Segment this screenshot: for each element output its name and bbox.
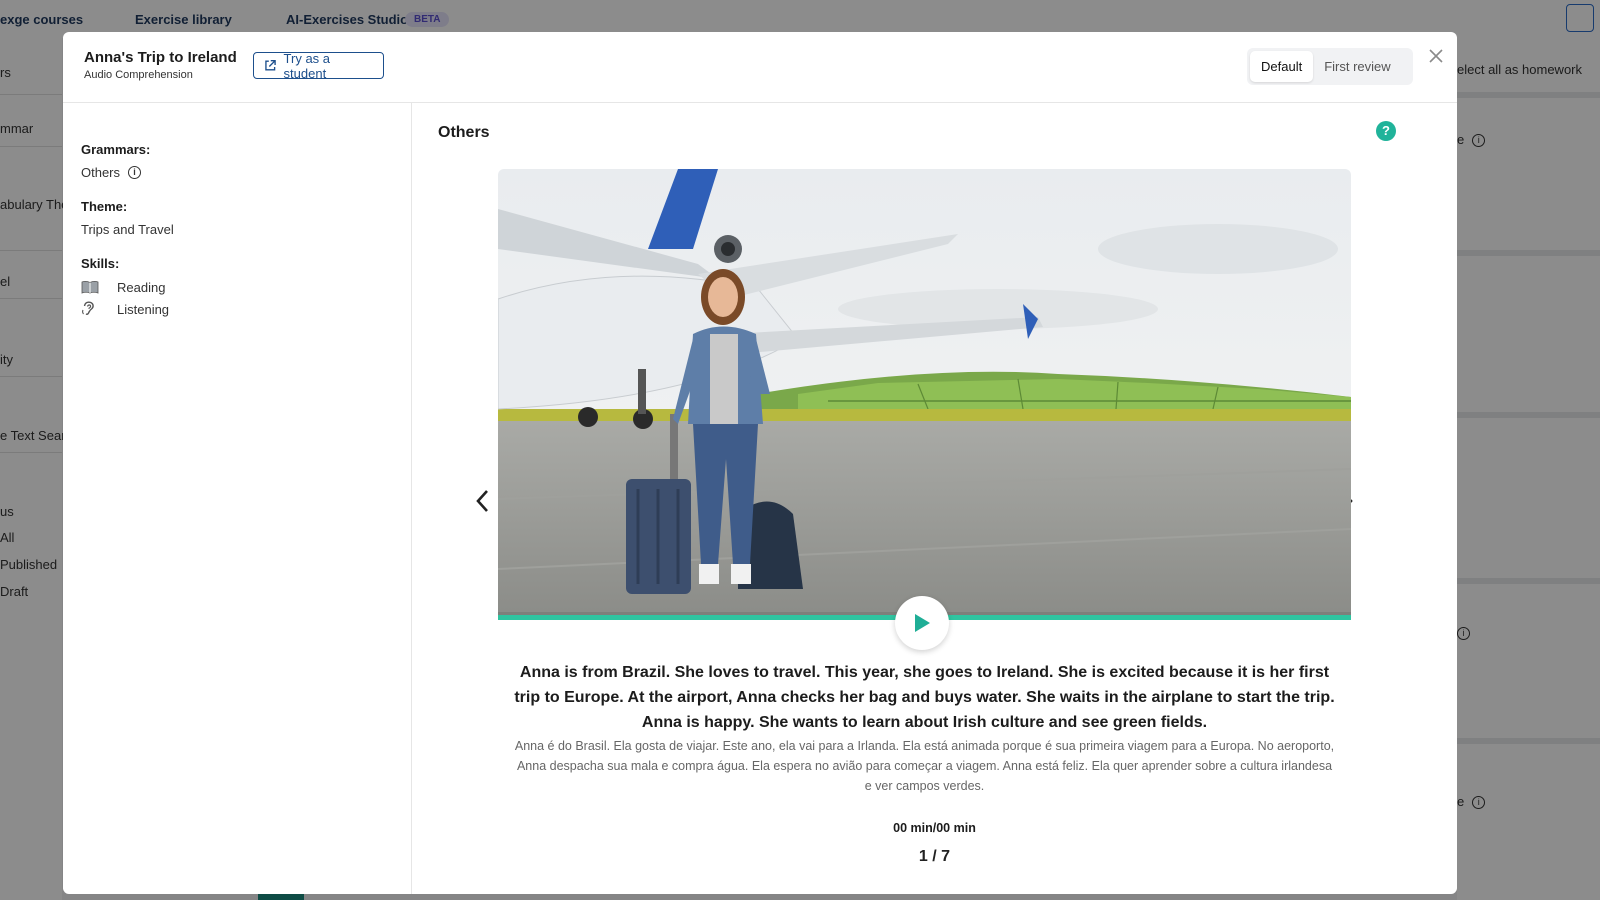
- previous-slide-button[interactable]: [471, 486, 493, 516]
- play-button[interactable]: [895, 596, 949, 650]
- play-icon: [915, 614, 930, 632]
- chevron-left-icon: [476, 490, 488, 512]
- grammars-value: Others i: [81, 165, 142, 180]
- ear-icon: [81, 301, 101, 317]
- section-title: Others: [438, 124, 490, 141]
- skill-label: Reading: [117, 279, 166, 295]
- external-link-icon: [265, 59, 276, 71]
- try-as-student-label: Try as a student: [283, 50, 331, 81]
- close-icon[interactable]: [1426, 46, 1446, 66]
- try-as-student-button[interactable]: Try as a student: [253, 50, 384, 81]
- modal-header: Anna's Trip to Ireland Audio Comprehensi…: [63, 32, 1457, 103]
- audio-time: 00 min/00 min: [893, 821, 976, 835]
- english-passage: Anna is from Brazil. She loves to travel…: [514, 664, 1335, 731]
- grammars-text: Others: [81, 165, 121, 180]
- theme-label: Theme:: [81, 199, 128, 214]
- skills-label: Skills:: [81, 256, 120, 271]
- mode-toggle: Default First review: [1247, 48, 1413, 85]
- slide-counter: 1 / 7: [918, 848, 951, 865]
- theme-value: Trips and Travel: [81, 222, 174, 237]
- exercise-details-sidebar: Grammars: Others i Theme: Trips and Trav…: [63, 103, 412, 894]
- skill-label: Listening: [117, 301, 170, 317]
- mode-first-review[interactable]: First review: [1313, 51, 1401, 82]
- book-icon: [81, 279, 101, 295]
- skill-reading: Reading: [81, 279, 165, 295]
- exercise-title: Anna's Trip to Ireland: [84, 49, 237, 66]
- exercise-content: Others ? Anna is from Brazil. She loves …: [412, 103, 1457, 894]
- exercise-preview-modal: Anna's Trip to Ireland Audio Comprehensi…: [63, 32, 1457, 894]
- grammars-label: Grammars:: [81, 142, 151, 157]
- info-icon[interactable]: i: [128, 166, 142, 179]
- portuguese-translation: Anna é do Brasil. Ela gosta de viajar. E…: [514, 739, 1335, 793]
- mode-default[interactable]: Default: [1250, 51, 1314, 82]
- help-icon[interactable]: ?: [1376, 121, 1396, 141]
- airport-scene-image: [498, 169, 1351, 617]
- skill-listening: Listening: [81, 301, 169, 317]
- exercise-illustration: [498, 169, 1351, 617]
- exercise-type: Audio Comprehension: [84, 69, 193, 81]
